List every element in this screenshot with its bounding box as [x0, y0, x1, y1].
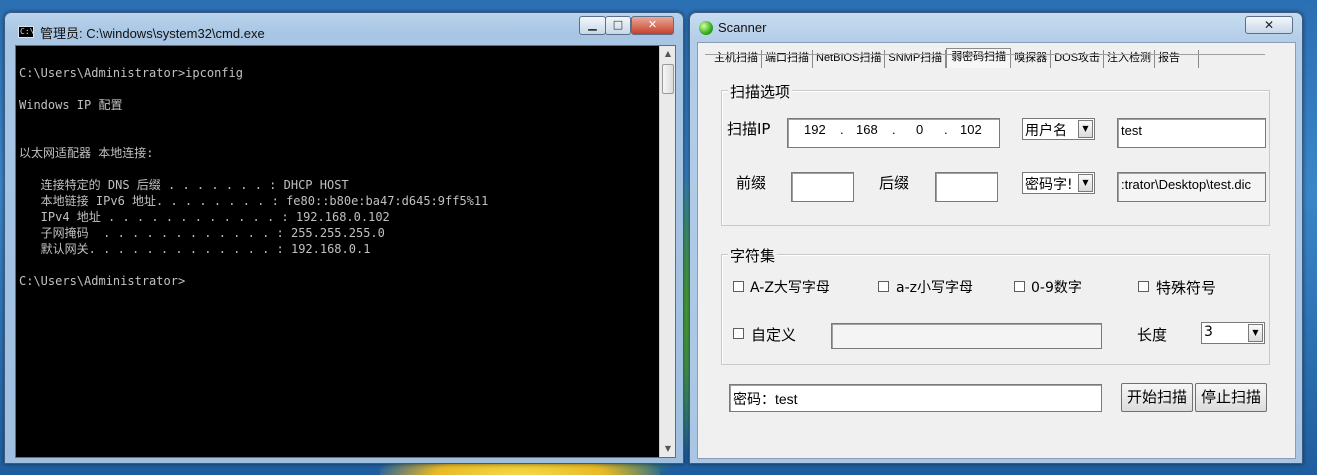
special-checkbox[interactable] — [1138, 281, 1149, 292]
tab-dos-attack[interactable]: DOS攻击 — [1051, 50, 1105, 68]
password-result-field[interactable]: 密码：test — [729, 384, 1102, 412]
scroll-down-arrow-icon[interactable]: ▼ — [660, 441, 676, 457]
scan-options-label: 扫描选项 — [728, 81, 793, 102]
ip-octet-2: 168 — [856, 122, 878, 137]
dropdown-arrow-icon[interactable]: ▼ — [1078, 120, 1093, 138]
cmd-window-title: 管理员: C:\windows\system32\cmd.exe — [40, 26, 265, 41]
console-line: 连接特定的 DNS 后缀 . . . . . . . : DHCP HOST — [19, 178, 349, 192]
lowercase-checkbox[interactable] — [878, 281, 889, 292]
scanner-app-icon — [699, 21, 713, 35]
suffix-input[interactable] — [935, 172, 998, 202]
username-input[interactable]: test — [1117, 118, 1266, 148]
tab-host-scan[interactable]: 主机扫描 — [711, 50, 762, 68]
ip-octet-3: 0 — [916, 122, 924, 137]
close-button[interactable]: ✕ — [631, 16, 674, 35]
scan-ip-input[interactable]: 192 . 168 . 0 . 102 — [787, 118, 1000, 148]
prefix-label: 前缀 — [736, 174, 767, 192]
console-line: 默认网关. . . . . . . . . . . . . : 192.168.… — [19, 242, 371, 256]
password-mode-combo[interactable]: 密码字! ▼ — [1022, 172, 1095, 194]
scan-options-group: 扫描选项 — [721, 81, 1270, 226]
dictionary-path-input[interactable]: :trator\Desktop\test.dic — [1117, 172, 1266, 202]
tab-port-scan[interactable]: 端口扫描 — [762, 50, 813, 68]
uppercase-checkbox[interactable] — [733, 281, 744, 292]
scan-ip-label: 扫描IP — [727, 120, 771, 138]
user-mode-value: 用户名 — [1025, 123, 1067, 139]
console-area[interactable]: C:\Users\Administrator>ipconfig Windows … — [15, 45, 676, 458]
scanner-close-button[interactable]: ✕ — [1245, 16, 1293, 34]
tab-injection-detect[interactable]: 注入检测 — [1104, 50, 1156, 68]
lowercase-label: a-z小写字母 — [896, 280, 973, 296]
cmd-window: C:\ 管理员: C:\windows\system32\cmd.exe ▁ □… — [4, 12, 684, 464]
ip-dot: . — [944, 122, 948, 137]
console-line: 本地链接 IPv6 地址. . . . . . . . : fe80::b80e… — [19, 194, 489, 208]
tab-divider — [705, 54, 1265, 55]
charset-label: 字符集 — [728, 245, 778, 266]
scroll-thumb[interactable] — [662, 64, 674, 94]
console-line: 以太网适配器 本地连接: — [19, 146, 154, 160]
ip-octet-1: 192 — [804, 122, 826, 137]
tab-strip: 主机扫描 端口扫描 NetBIOS扫描 SNMP扫描 弱密码扫描 嗅探器 DOS攻击 注入检测… — [711, 48, 1200, 68]
console-output: C:\Users\Administrator>ipconfig Windows … — [19, 49, 659, 454]
console-line: C:\Users\Administrator> — [19, 274, 186, 288]
tab-netbios-scan[interactable]: NetBIOS扫描 — [813, 50, 886, 68]
stop-scan-button[interactable]: 停止扫描 — [1195, 383, 1267, 412]
dropdown-arrow-icon[interactable]: ▼ — [1248, 324, 1263, 342]
custom-charset-input[interactable] — [831, 323, 1102, 349]
scanner-window-title: Scanner — [718, 20, 767, 35]
tab-sniffer[interactable]: 嗅探器 — [1011, 50, 1052, 68]
password-mode-value: 密码字! — [1025, 177, 1073, 193]
tab-report[interactable]: 报告 — [1155, 50, 1200, 68]
uppercase-label: A-Z大写字母 — [750, 280, 830, 296]
ip-octet-4: 102 — [960, 122, 982, 137]
digits-label: 0-9数字 — [1031, 280, 1082, 296]
minimize-button[interactable]: ▁ — [579, 16, 606, 35]
cmd-title-bar[interactable]: C:\ 管理员: C:\windows\system32\cmd.exe ▁ □… — [5, 13, 683, 45]
tab-weak-password-scan[interactable]: 弱密码扫描 — [946, 48, 1012, 68]
prefix-input[interactable] — [791, 172, 854, 202]
console-line: IPv4 地址 . . . . . . . . . . . . : 192.16… — [19, 210, 390, 224]
console-line: 子网掩码 . . . . . . . . . . . . : 255.255.2… — [19, 226, 385, 240]
length-combo[interactable]: 3 ▼ — [1201, 322, 1265, 344]
scroll-up-arrow-icon[interactable]: ▲ — [660, 46, 676, 62]
cmd-app-icon: C:\ — [18, 26, 35, 38]
tab-snmp-scan[interactable]: SNMP扫描 — [885, 50, 947, 68]
user-mode-combo[interactable]: 用户名 ▼ — [1022, 118, 1095, 140]
length-value: 3 — [1204, 324, 1213, 340]
dropdown-arrow-icon[interactable]: ▼ — [1078, 174, 1093, 192]
digits-checkbox[interactable] — [1014, 281, 1025, 292]
maximize-button[interactable]: □ — [605, 16, 631, 35]
custom-checkbox[interactable] — [733, 328, 744, 339]
custom-label: 自定义 — [751, 326, 797, 344]
ip-dot: . — [892, 122, 896, 137]
vertical-scrollbar[interactable]: ▲ ▼ — [659, 46, 675, 457]
suffix-label: 后缀 — [879, 174, 910, 192]
ip-dot: . — [840, 122, 844, 137]
length-label: 长度 — [1137, 326, 1168, 344]
console-line: C:\Users\Administrator>ipconfig — [19, 66, 243, 80]
special-label: 特殊符号 — [1156, 279, 1217, 297]
start-scan-button[interactable]: 开始扫描 — [1121, 383, 1193, 412]
console-line: Windows IP 配置 — [19, 98, 123, 112]
